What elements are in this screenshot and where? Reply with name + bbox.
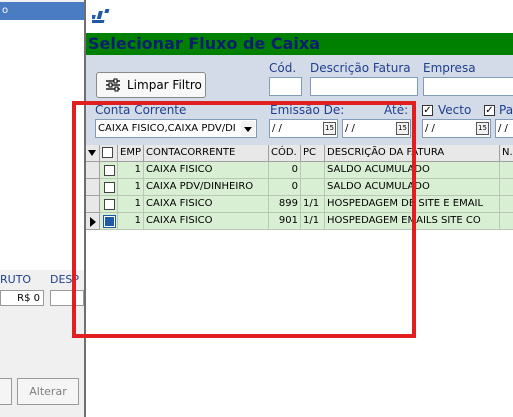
emissao-de-value: / / [272, 123, 282, 134]
conta-corrente-label: Conta Corrente [95, 103, 187, 117]
cell-cod: 0 [269, 162, 301, 179]
cell-n [500, 213, 513, 230]
vecto-checkbox[interactable]: ✓ [422, 105, 433, 116]
column-header-descricao[interactable]: DESCRIÇÃO DA FATURA [325, 145, 500, 162]
calendar-icon[interactable]: 15 [476, 122, 489, 135]
conta-corrente-value: CAIXA FISICO,CAIXA PDV/DI [98, 123, 236, 134]
cell-pc: 1/1 [301, 213, 325, 230]
cell-pc [301, 179, 325, 196]
current-row-pointer-icon [90, 217, 96, 227]
calendar-icon[interactable]: 15 [396, 122, 409, 135]
cell-contacorrente: CAIXA FISICO [144, 213, 269, 230]
row-checkbox[interactable] [104, 165, 115, 176]
cell-pc: 1/1 [301, 196, 325, 213]
dialog-header: Selecionar Fluxo de Caixa [86, 33, 513, 55]
table-row[interactable]: 1 CAIXA PDV/DINHEIRO 0 SALDO ACUMULADO [86, 179, 513, 196]
limpar-filtro-button[interactable]: Limpar Filtro [96, 72, 206, 98]
table-row-current[interactable]: 1 CAIXA FISICO 901 1/1 HOSPEDAGEM EMAILS… [86, 213, 513, 230]
cod-field[interactable] [269, 77, 302, 96]
cell-n [500, 162, 513, 179]
dialog-title-bar [86, 0, 513, 33]
pa-label: Pa [499, 103, 513, 117]
app-logo-icon [92, 9, 110, 23]
cell-emp: 1 [118, 196, 144, 213]
chevron-down-icon [88, 150, 96, 156]
cell-descricao: SALDO ACUMULADO [325, 162, 500, 179]
column-header-pc[interactable]: PC [301, 145, 325, 162]
bruto-field[interactable]: R$ 0 [0, 290, 44, 306]
cod-label: Cód. [269, 61, 297, 75]
cell-descricao: SALDO ACUMULADO [325, 179, 500, 196]
background-title-bar: o [0, 2, 84, 20]
desp-label: DESP [50, 273, 80, 286]
emissao-ate-field[interactable]: / / 15 [342, 119, 411, 138]
cell-n [500, 196, 513, 213]
column-header-contacorrente[interactable]: CONTACORRENTE [144, 145, 269, 162]
cell-contacorrente: CAIXA FISICO [144, 196, 269, 213]
row-indicator[interactable] [86, 162, 100, 179]
column-header-n[interactable]: N. [500, 145, 513, 162]
background-list-area [0, 38, 84, 270]
descricao-fatura-label: Descrição Fatura [310, 61, 411, 75]
cell-n [500, 179, 513, 196]
sliders-icon [106, 78, 120, 92]
pa-checkbox[interactable]: ✓ [484, 105, 495, 116]
row-checkbox-selected[interactable] [103, 215, 116, 228]
row-checkbox[interactable] [104, 199, 115, 210]
select-all-checkbox[interactable] [102, 147, 113, 158]
background-left-button[interactable] [0, 378, 12, 405]
cell-emp: 1 [118, 179, 144, 196]
calendar-icon[interactable]: 15 [323, 122, 336, 135]
desp-field[interactable] [50, 290, 84, 306]
background-window: o RUTO DESP R$ 0 Alterar [0, 0, 84, 417]
cell-contacorrente: CAIXA FISICO [144, 162, 269, 179]
cell-descricao: HOSPEDAGEM DE SITE E EMAIL [325, 196, 500, 213]
fluxo-caixa-dialog: Selecionar Fluxo de Caixa Limpar Filtro … [84, 0, 513, 417]
vecto-ate-value: / / [498, 123, 508, 134]
empresa-label: Empresa [423, 61, 476, 75]
cell-pc [301, 162, 325, 179]
empresa-field[interactable] [423, 77, 513, 96]
cell-contacorrente: CAIXA PDV/DINHEIRO [144, 179, 269, 196]
ate-label: Até: [384, 103, 409, 117]
conta-corrente-select[interactable]: CAIXA FISICO,CAIXA PDV/DI [95, 119, 257, 138]
row-checkbox[interactable] [104, 182, 115, 193]
cell-cod: 901 [269, 213, 301, 230]
row-indicator[interactable] [86, 213, 100, 230]
vecto-de-field[interactable]: / / 15 [422, 119, 491, 138]
row-indicator[interactable] [86, 196, 100, 213]
grid-corner[interactable] [86, 145, 100, 162]
limpar-filtro-label: Limpar Filtro [127, 78, 202, 92]
cell-emp: 1 [118, 162, 144, 179]
chevron-down-icon[interactable] [241, 121, 255, 136]
vecto-de-value: / / [425, 123, 435, 134]
emissao-de-field[interactable]: / / 15 [269, 119, 338, 138]
cell-emp: 1 [118, 213, 144, 230]
cell-cod: 0 [269, 179, 301, 196]
emissao-de-label: Emissão De: [270, 103, 345, 117]
background-title-fragment: o [2, 5, 9, 16]
vecto-ate-field[interactable]: / / [495, 119, 513, 138]
vecto-label: Vecto [438, 103, 472, 117]
table-row[interactable]: 1 CAIXA FISICO 899 1/1 HOSPEDAGEM DE SIT… [86, 196, 513, 213]
column-header-cod[interactable]: CÓD. [269, 145, 301, 162]
column-header-emp[interactable]: EMP [118, 145, 144, 162]
cell-descricao: HOSPEDAGEM EMAILS SITE CO [325, 213, 500, 230]
alterar-button[interactable]: Alterar [17, 378, 79, 405]
table-row[interactable]: 1 CAIXA FISICO 0 SALDO ACUMULADO [86, 162, 513, 179]
bruto-label: RUTO [0, 273, 32, 286]
emissao-ate-value: / / [345, 123, 355, 134]
cell-cod: 899 [269, 196, 301, 213]
fluxo-caixa-grid: EMP CONTACORRENTE CÓD. PC DESCRIÇÃO DA F… [86, 145, 513, 417]
descricao-fatura-field[interactable] [310, 77, 418, 96]
select-all-header[interactable] [100, 145, 118, 162]
background-panel [0, 20, 84, 39]
row-indicator[interactable] [86, 179, 100, 196]
